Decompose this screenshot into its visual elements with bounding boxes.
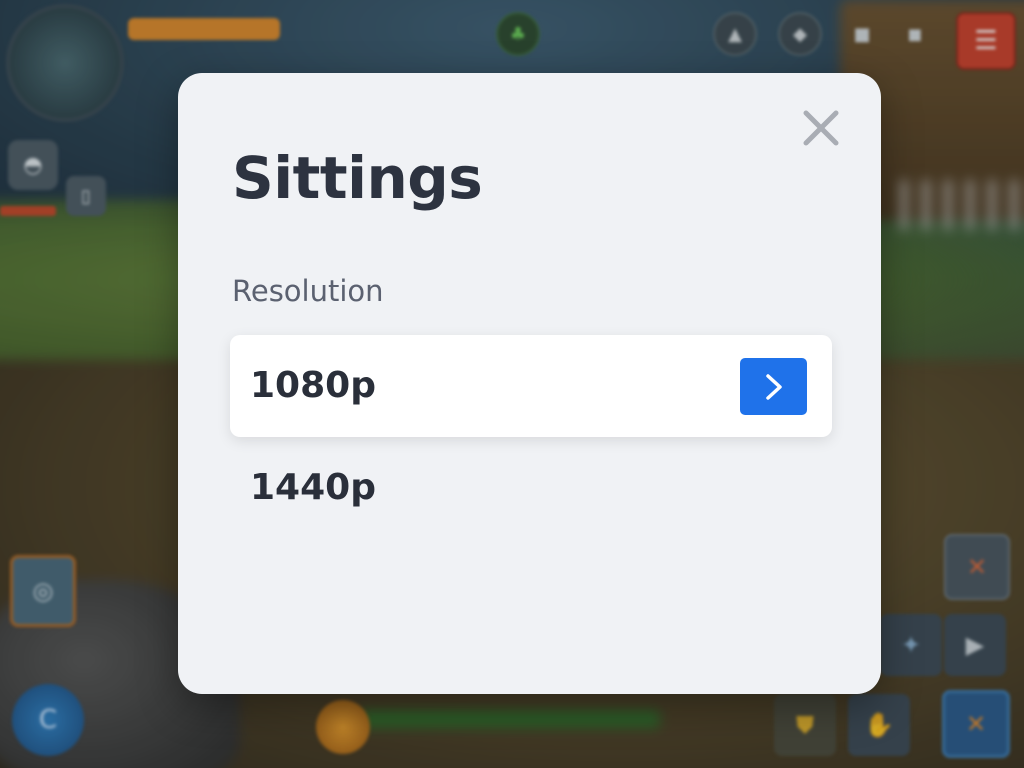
- close-icon: [803, 110, 839, 146]
- option-label: 1080p: [250, 365, 376, 406]
- resolution-label: Resolution: [232, 274, 384, 308]
- close-button[interactable]: [798, 105, 844, 151]
- dialog-title: Sittings: [232, 144, 483, 212]
- option-label: 1440p: [250, 467, 376, 508]
- select-button[interactable]: [740, 358, 807, 415]
- game-screen: ♣ ▲ ◆ ■ ◼ ☰ ◓ ▯ ◎ C ✕ ✦ ▶ ⛊ ✋ ✕ Sittings…: [0, 0, 1024, 768]
- resolution-option-1080p[interactable]: 1080p: [230, 335, 832, 437]
- resolution-option-1440p[interactable]: 1440p: [230, 437, 832, 539]
- settings-dialog: Sittings Resolution 1080p 1440p: [178, 73, 881, 694]
- chevron-right-icon: [765, 373, 782, 400]
